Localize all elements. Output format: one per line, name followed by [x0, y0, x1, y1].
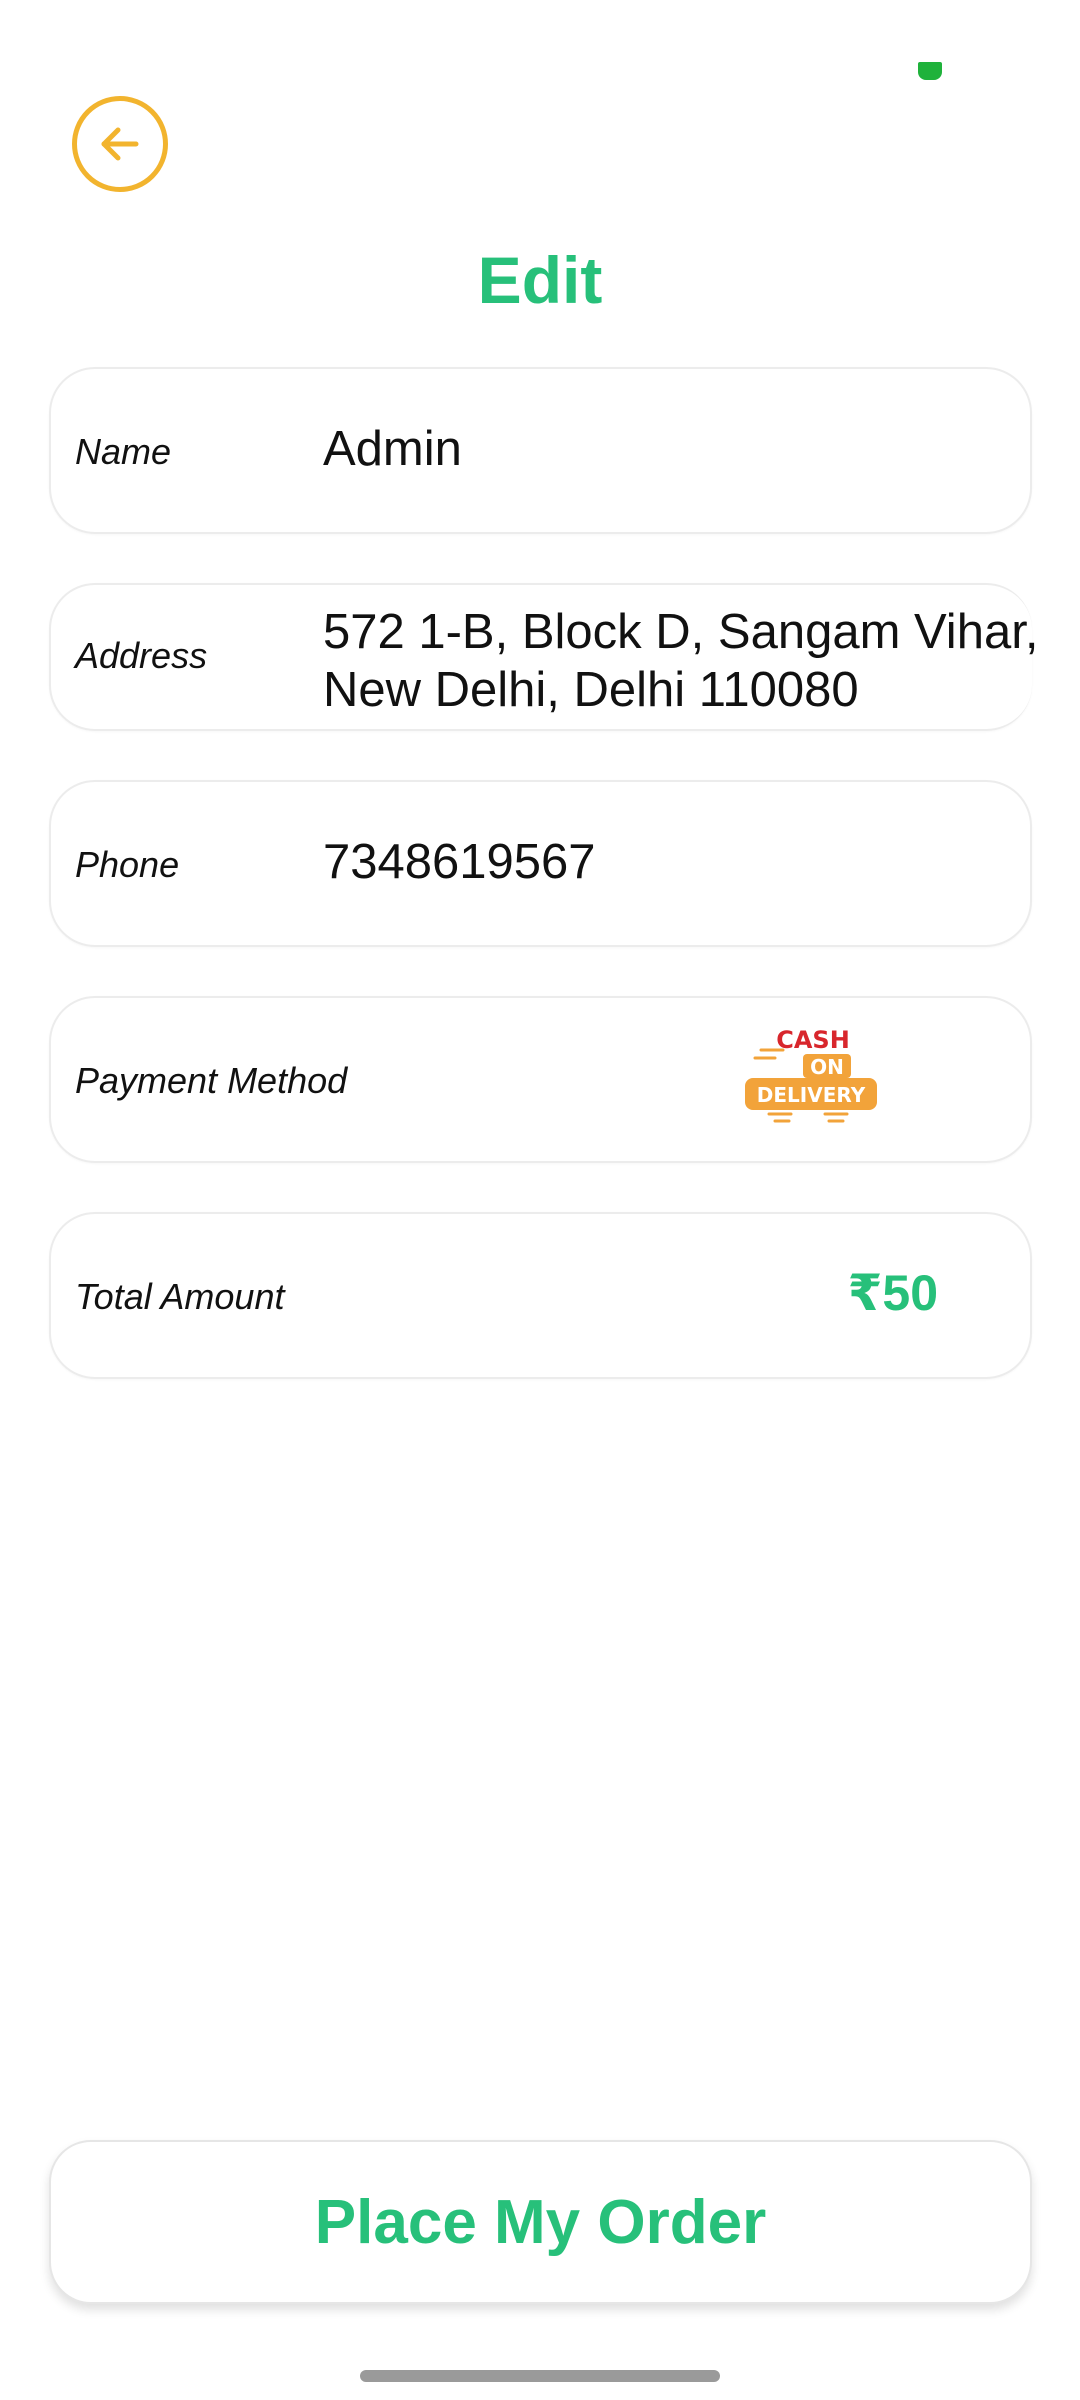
- name-label: Name: [75, 431, 172, 472]
- status-indicator: [918, 62, 942, 80]
- place-order-label: Place My Order: [314, 2187, 767, 2257]
- name-field[interactable]: Name Admin: [49, 367, 1032, 534]
- cod-line-2: ON: [810, 1055, 844, 1079]
- phone-label: Phone: [75, 844, 180, 885]
- cod-line-3: DELIVERY: [757, 1083, 866, 1107]
- total-amount-field: Total Amount ₹50: [49, 1212, 1032, 1379]
- arrow-left-icon: [101, 127, 139, 161]
- total-amount-value: ₹50: [847, 1265, 938, 1321]
- address-line-1: 572 1-B, Block D, Sangam Vihar,: [323, 605, 1039, 659]
- phone-field[interactable]: Phone 7348619567: [49, 780, 1032, 947]
- total-amount-label: Total Amount: [75, 1276, 285, 1317]
- address-label: Address: [75, 635, 208, 676]
- address-value[interactable]: 572 1-B, Block D, Sangam Vihar, New Delh…: [323, 603, 1038, 719]
- address-line-2: New Delhi, Delhi 110080: [323, 663, 859, 717]
- cod-line-1: CASH: [776, 1026, 850, 1054]
- home-indicator[interactable]: [360, 2370, 720, 2382]
- back-button[interactable]: [72, 96, 168, 192]
- payment-method-label: Payment Method: [75, 1060, 348, 1101]
- place-order-button[interactable]: Place My Order: [49, 2140, 1032, 2304]
- cash-on-delivery-icon: CASH ON DELIVERY: [745, 1026, 877, 1123]
- payment-method-field[interactable]: Payment Method CASH ON DELIVERY: [49, 996, 1032, 1163]
- cash-on-delivery-logo[interactable]: CASH ON DELIVERY: [741, 1020, 881, 1134]
- page-title: Edit: [477, 243, 603, 317]
- phone-value[interactable]: 7348619567: [323, 834, 596, 890]
- name-value[interactable]: Admin: [323, 421, 462, 477]
- address-field[interactable]: Address 572 1-B, Block D, Sangam Vihar, …: [49, 583, 1038, 731]
